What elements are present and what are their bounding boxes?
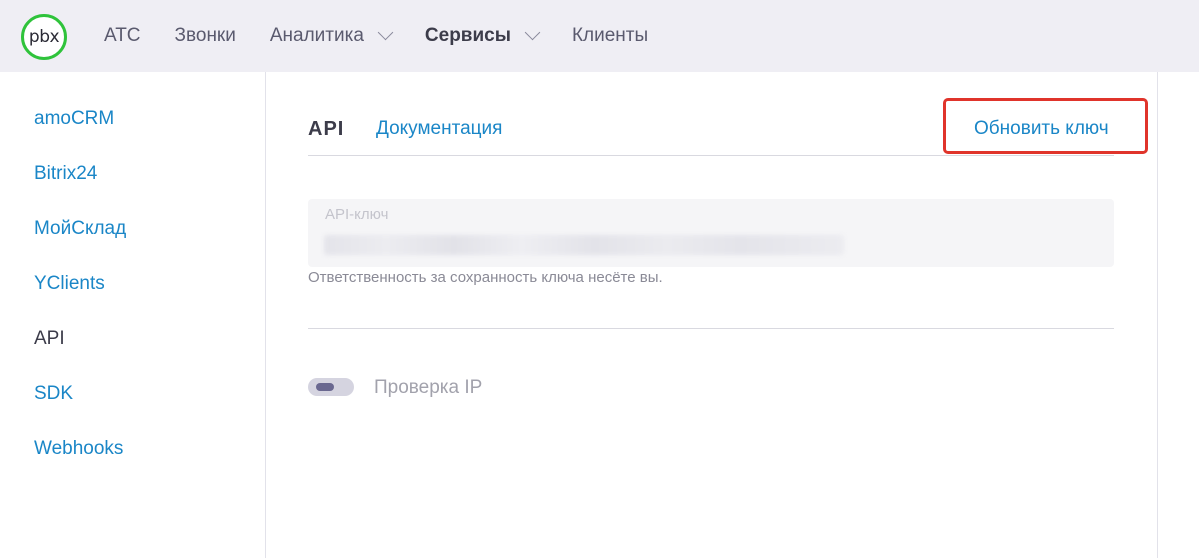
toggle-knob [316,383,334,391]
chevron-down-icon [377,24,394,41]
refresh-key-button[interactable]: Обновить ключ [974,118,1109,140]
sidebar-item-moysklad[interactable]: МойСклад [34,218,126,240]
nav-item-label: Звонки [174,25,236,46]
sidebar: amoCRM Bitrix24 МойСклад YClients API SD… [0,72,266,558]
api-key-hint: Ответственность за сохранность ключа нес… [308,269,663,286]
api-key-value-blurred [324,235,844,255]
right-panel-edge [1157,72,1199,558]
ip-check-toggle[interactable] [308,378,354,396]
sidebar-item-bitrix24[interactable]: Bitrix24 [34,163,97,185]
api-key-field[interactable]: API-ключ [308,199,1114,267]
top-navigation-bar: pbx АТС Звонки Аналитика Сервисы Клиенты [0,0,1199,72]
nav-item-label: АТС [104,25,141,46]
nav-item-analytics[interactable]: Аналитика [269,24,394,47]
nav-item-label: Сервисы [424,25,511,46]
pbx-logo[interactable]: pbx [21,14,67,60]
nav-item-services[interactable]: Сервисы [424,24,541,47]
sidebar-item-api[interactable]: API [34,328,65,350]
nav-item-atc[interactable]: АТС [104,25,141,47]
nav-item-clients[interactable]: Клиенты [572,25,648,47]
nav-item-label: Аналитика [269,25,364,46]
sidebar-item-yclients[interactable]: YClients [34,273,105,295]
main-nav: АТС Звонки Аналитика Сервисы Клиенты [104,0,682,72]
sidebar-item-amocrm[interactable]: amoCRM [34,108,114,130]
page-title: API [308,118,345,140]
ip-check-label: Проверка IP [374,377,483,398]
documentation-link[interactable]: Документация [376,118,502,140]
nav-item-label: Клиенты [571,25,649,46]
sidebar-item-webhooks[interactable]: Webhooks [34,438,123,460]
sidebar-item-sdk[interactable]: SDK [34,383,73,405]
api-key-label: API-ключ [325,206,389,223]
divider [308,155,1114,156]
nav-item-calls[interactable]: Звонки [175,25,236,47]
divider [308,328,1114,329]
chevron-down-icon [524,24,541,41]
main-content: API Документация Обновить ключ API-ключ … [266,72,1158,558]
